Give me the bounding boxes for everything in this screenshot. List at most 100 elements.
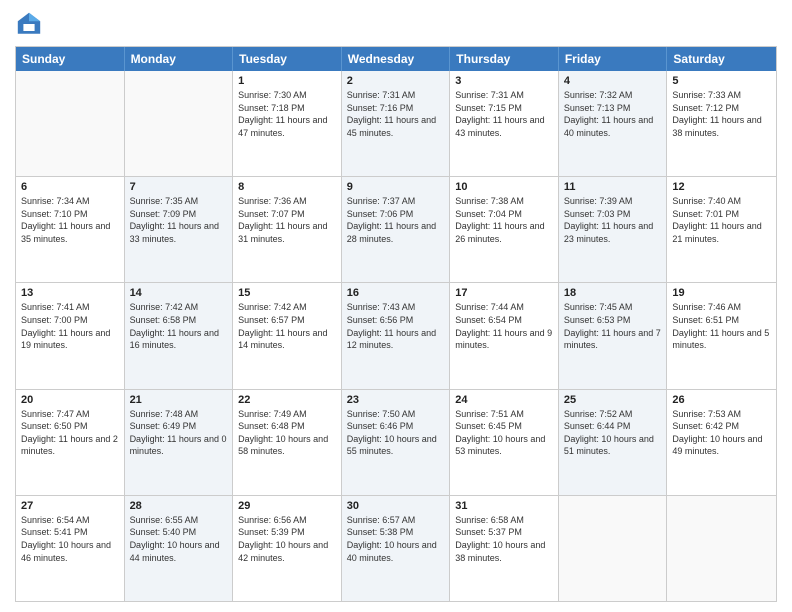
day-info: Sunrise: 7:46 AMSunset: 6:51 PMDaylight:…	[672, 301, 771, 351]
calendar-cell	[16, 71, 125, 176]
day-info: Sunrise: 6:58 AMSunset: 5:37 PMDaylight:…	[455, 514, 553, 564]
day-info: Sunrise: 7:53 AMSunset: 6:42 PMDaylight:…	[672, 408, 771, 458]
day-info: Sunrise: 7:50 AMSunset: 6:46 PMDaylight:…	[347, 408, 445, 458]
day-number: 31	[455, 500, 553, 512]
weekday-header-saturday: Saturday	[667, 47, 776, 71]
weekday-header-wednesday: Wednesday	[342, 47, 451, 71]
calendar-cell: 14 Sunrise: 7:42 AMSunset: 6:58 PMDayligh…	[125, 283, 234, 388]
calendar-cell: 19 Sunrise: 7:46 AMSunset: 6:51 PMDayligh…	[667, 283, 776, 388]
day-number: 17	[455, 287, 553, 299]
day-info: Sunrise: 7:40 AMSunset: 7:01 PMDaylight:…	[672, 195, 771, 245]
day-number: 14	[130, 287, 228, 299]
calendar-cell: 5 Sunrise: 7:33 AMSunset: 7:12 PMDaylight…	[667, 71, 776, 176]
day-info: Sunrise: 7:42 AMSunset: 6:57 PMDaylight:…	[238, 301, 336, 351]
day-number: 30	[347, 500, 445, 512]
calendar-cell: 31 Sunrise: 6:58 AMSunset: 5:37 PMDayligh…	[450, 496, 559, 601]
day-number: 15	[238, 287, 336, 299]
calendar-cell: 16 Sunrise: 7:43 AMSunset: 6:56 PMDayligh…	[342, 283, 451, 388]
day-info: Sunrise: 6:54 AMSunset: 5:41 PMDaylight:…	[21, 514, 119, 564]
day-info: Sunrise: 7:42 AMSunset: 6:58 PMDaylight:…	[130, 301, 228, 351]
calendar-cell: 15 Sunrise: 7:42 AMSunset: 6:57 PMDayligh…	[233, 283, 342, 388]
calendar-cell: 13 Sunrise: 7:41 AMSunset: 7:00 PMDayligh…	[16, 283, 125, 388]
calendar-cell: 11 Sunrise: 7:39 AMSunset: 7:03 PMDayligh…	[559, 177, 668, 282]
day-number: 10	[455, 181, 553, 193]
day-number: 5	[672, 75, 771, 87]
day-number: 18	[564, 287, 662, 299]
calendar-row-4: 20 Sunrise: 7:47 AMSunset: 6:50 PMDayligh…	[16, 389, 776, 495]
day-info: Sunrise: 7:35 AMSunset: 7:09 PMDaylight:…	[130, 195, 228, 245]
calendar-body: 1Sunrise: 7:30 AMSunset: 7:18 PMDaylight…	[16, 71, 776, 601]
day-number: 9	[347, 181, 445, 193]
weekday-header-sunday: Sunday	[16, 47, 125, 71]
weekday-header-monday: Monday	[125, 47, 234, 71]
calendar-row-5: 27 Sunrise: 6:54 AMSunset: 5:41 PMDayligh…	[16, 495, 776, 601]
day-number: 27	[21, 500, 119, 512]
day-number: 22	[238, 394, 336, 406]
calendar-cell: 9 Sunrise: 7:37 AMSunset: 7:06 PMDaylight…	[342, 177, 451, 282]
calendar-cell: 1Sunrise: 7:30 AMSunset: 7:18 PMDaylight…	[233, 71, 342, 176]
day-info: Sunrise: 6:56 AMSunset: 5:39 PMDaylight:…	[238, 514, 336, 564]
day-number: 8	[238, 181, 336, 193]
calendar-cell: 7 Sunrise: 7:35 AMSunset: 7:09 PMDaylight…	[125, 177, 234, 282]
day-info: Sunrise: 6:55 AMSunset: 5:40 PMDaylight:…	[130, 514, 228, 564]
day-number: 11	[564, 181, 662, 193]
calendar-cell: 10Sunrise: 7:38 AMSunset: 7:04 PMDayligh…	[450, 177, 559, 282]
calendar-cell: 4 Sunrise: 7:32 AMSunset: 7:13 PMDaylight…	[559, 71, 668, 176]
day-info: Sunrise: 7:51 AMSunset: 6:45 PMDaylight:…	[455, 408, 553, 458]
calendar-cell: 20 Sunrise: 7:47 AMSunset: 6:50 PMDayligh…	[16, 390, 125, 495]
day-number: 20	[21, 394, 119, 406]
day-number: 26	[672, 394, 771, 406]
day-info: Sunrise: 7:32 AMSunset: 7:13 PMDaylight:…	[564, 89, 662, 139]
day-number: 16	[347, 287, 445, 299]
day-number: 28	[130, 500, 228, 512]
calendar-cell: 27 Sunrise: 6:54 AMSunset: 5:41 PMDayligh…	[16, 496, 125, 601]
calendar-cell: 18Sunrise: 7:45 AMSunset: 6:53 PMDayligh…	[559, 283, 668, 388]
day-number: 21	[130, 394, 228, 406]
calendar-cell: 8 Sunrise: 7:36 AMSunset: 7:07 PMDaylight…	[233, 177, 342, 282]
day-info: Sunrise: 7:31 AMSunset: 7:15 PMDaylight:…	[455, 89, 553, 139]
weekday-header-thursday: Thursday	[450, 47, 559, 71]
day-number: 13	[21, 287, 119, 299]
day-number: 29	[238, 500, 336, 512]
day-info: Sunrise: 7:33 AMSunset: 7:12 PMDaylight:…	[672, 89, 771, 139]
day-info: Sunrise: 7:36 AMSunset: 7:07 PMDaylight:…	[238, 195, 336, 245]
day-number: 7	[130, 181, 228, 193]
day-info: Sunrise: 7:37 AMSunset: 7:06 PMDaylight:…	[347, 195, 445, 245]
calendar-cell	[667, 496, 776, 601]
day-info: Sunrise: 7:47 AMSunset: 6:50 PMDaylight:…	[21, 408, 119, 458]
day-info: Sunrise: 7:41 AMSunset: 7:00 PMDaylight:…	[21, 301, 119, 351]
calendar-cell: 6Sunrise: 7:34 AMSunset: 7:10 PMDaylight…	[16, 177, 125, 282]
calendar-cell: 25 Sunrise: 7:52 AMSunset: 6:44 PMDayligh…	[559, 390, 668, 495]
day-number: 3	[455, 75, 553, 87]
calendar-cell	[559, 496, 668, 601]
calendar-cell: 29 Sunrise: 6:56 AMSunset: 5:39 PMDayligh…	[233, 496, 342, 601]
day-number: 24	[455, 394, 553, 406]
header	[15, 10, 777, 38]
day-number: 19	[672, 287, 771, 299]
calendar-cell: 23Sunrise: 7:50 AMSunset: 6:46 PMDayligh…	[342, 390, 451, 495]
day-info: Sunrise: 7:39 AMSunset: 7:03 PMDaylight:…	[564, 195, 662, 245]
calendar-cell: 24 Sunrise: 7:51 AMSunset: 6:45 PMDayligh…	[450, 390, 559, 495]
calendar-row-2: 6Sunrise: 7:34 AMSunset: 7:10 PMDaylight…	[16, 176, 776, 282]
calendar-cell: 22Sunrise: 7:49 AMSunset: 6:48 PMDayligh…	[233, 390, 342, 495]
day-number: 1	[238, 75, 336, 87]
calendar: SundayMondayTuesdayWednesdayThursdayFrid…	[15, 46, 777, 602]
day-number: 25	[564, 394, 662, 406]
calendar-cell: 3 Sunrise: 7:31 AMSunset: 7:15 PMDaylight…	[450, 71, 559, 176]
day-info: Sunrise: 7:52 AMSunset: 6:44 PMDaylight:…	[564, 408, 662, 458]
day-info: Sunrise: 6:57 AMSunset: 5:38 PMDaylight:…	[347, 514, 445, 564]
calendar-row-1: 1Sunrise: 7:30 AMSunset: 7:18 PMDaylight…	[16, 71, 776, 176]
day-number: 4	[564, 75, 662, 87]
day-info: Sunrise: 7:48 AMSunset: 6:49 PMDaylight:…	[130, 408, 228, 458]
calendar-cell: 17 Sunrise: 7:44 AMSunset: 6:54 PMDayligh…	[450, 283, 559, 388]
day-info: Sunrise: 7:43 AMSunset: 6:56 PMDaylight:…	[347, 301, 445, 351]
calendar-cell: 28 Sunrise: 6:55 AMSunset: 5:40 PMDayligh…	[125, 496, 234, 601]
day-number: 2	[347, 75, 445, 87]
logo	[15, 10, 47, 38]
day-number: 6	[21, 181, 119, 193]
day-info: Sunrise: 7:44 AMSunset: 6:54 PMDaylight:…	[455, 301, 553, 351]
weekday-header-friday: Friday	[559, 47, 668, 71]
weekday-header-tuesday: Tuesday	[233, 47, 342, 71]
page: SundayMondayTuesdayWednesdayThursdayFrid…	[0, 0, 792, 612]
calendar-cell: 26 Sunrise: 7:53 AMSunset: 6:42 PMDayligh…	[667, 390, 776, 495]
